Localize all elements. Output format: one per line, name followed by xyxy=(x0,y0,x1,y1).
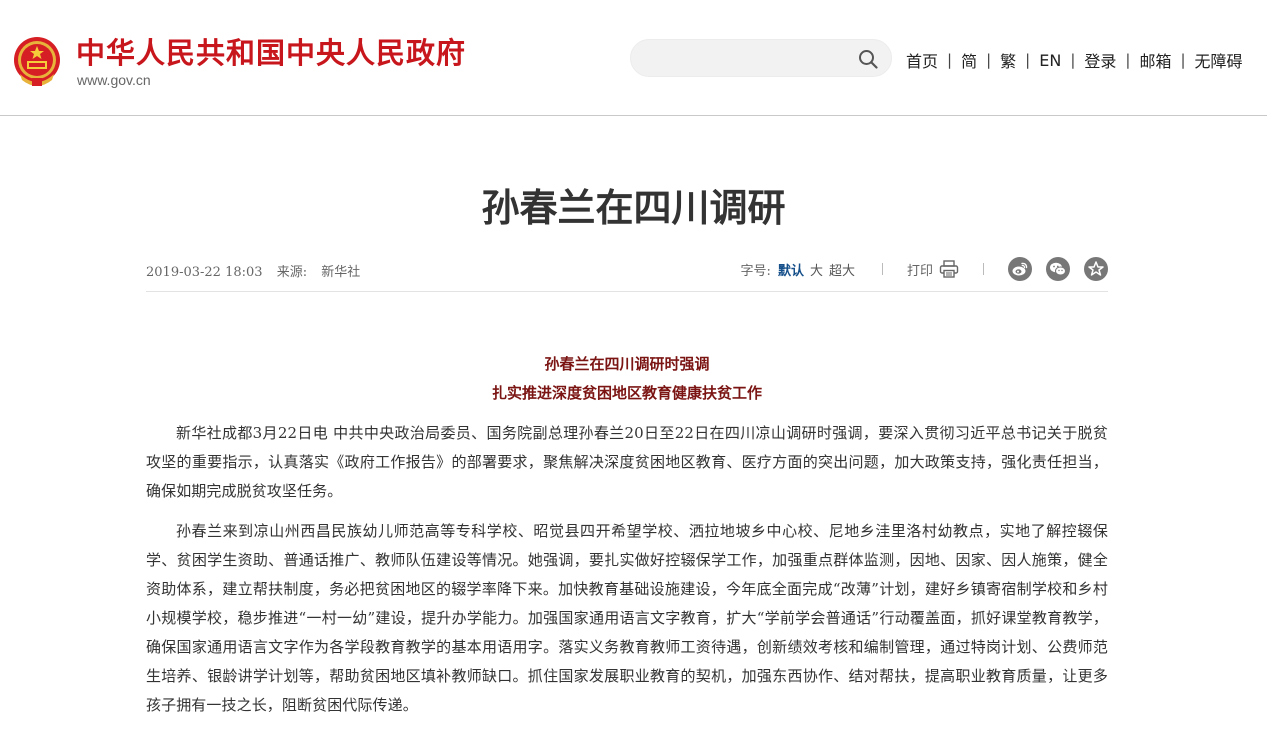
tools-divider xyxy=(983,263,984,275)
search-input[interactable] xyxy=(647,48,847,70)
nav-mail-link[interactable]: 邮箱 xyxy=(1139,48,1171,72)
nav-separator: | xyxy=(1125,51,1131,69)
printer-icon xyxy=(939,260,959,278)
top-nav: 首页 | 简 | 繁 | EN | 登录 | 邮箱 | 无障碍 xyxy=(906,48,1243,72)
article-meta-info: 2019-03-22 18:03 来源: 新华社 xyxy=(146,261,370,280)
article-title: 孙春兰在四川调研 xyxy=(481,186,786,230)
font-size-xlarge-option[interactable]: 超大 xyxy=(829,260,855,279)
article-paragraph: 孙春兰来到凉山州西昌民族幼儿师范高等专科学校、昭觉县四开希望学校、洒拉地坡乡中心… xyxy=(146,522,1108,714)
article-body: 孙春兰在四川调研时强调 扎实推进深度贫困地区教育健康扶贫工作 新华社成都3月22… xyxy=(146,350,1108,720)
article-meta-bar: 2019-03-22 18:03 来源: 新华社 字号: 默认 大 超大 打印 xyxy=(146,256,1108,292)
print-button[interactable]: 打印 xyxy=(907,260,959,279)
weibo-icon[interactable] xyxy=(1008,257,1032,281)
site-url: www.gov.cn xyxy=(77,72,151,88)
search-box xyxy=(630,39,892,77)
nav-separator: | xyxy=(947,51,953,69)
nav-accessibility-link[interactable]: 无障碍 xyxy=(1195,48,1243,72)
tools-divider xyxy=(881,263,883,275)
nav-english-link[interactable]: EN xyxy=(1039,51,1061,70)
source-value: 新华社 xyxy=(321,265,361,280)
nav-home-link[interactable]: 首页 xyxy=(906,48,938,72)
font-size-label: 字号: xyxy=(740,263,771,279)
article-tools: 字号: 默认 大 超大 打印 xyxy=(741,256,1108,282)
nav-separator: | xyxy=(1070,51,1076,69)
national-emblem-icon[interactable] xyxy=(12,34,62,88)
search-icon[interactable] xyxy=(858,49,878,69)
nav-simplified-link[interactable]: 简 xyxy=(961,48,977,72)
site-header: 中华人民共和国中央人民政府 www.gov.cn 首页 | 简 | 繁 | EN… xyxy=(0,0,1267,116)
nav-separator: | xyxy=(1025,51,1031,69)
print-label: 打印 xyxy=(906,263,933,279)
article-subtitle-line-2: 扎实推进深度贫困地区教育健康扶贫工作 xyxy=(491,384,762,402)
nav-login-link[interactable]: 登录 xyxy=(1084,48,1116,72)
favorite-star-icon[interactable] xyxy=(1084,257,1108,281)
article-paragraph: 新华社成都3月22日电 中共中央政治局委员、国务院副总理孙春兰20日至22日在四… xyxy=(146,424,1108,500)
source-label: 来源: xyxy=(276,265,308,280)
nav-traditional-link[interactable]: 繁 xyxy=(1000,48,1016,72)
font-size-large-option[interactable]: 大 xyxy=(810,260,823,279)
article-subtitle-line-1: 孙春兰在四川调研时强调 xyxy=(544,355,710,373)
nav-separator: | xyxy=(986,51,992,69)
publish-datetime: 2019-03-22 18:03 xyxy=(146,265,263,280)
nav-separator: | xyxy=(1180,51,1186,69)
site-name[interactable]: 中华人民共和国中央人民政府 xyxy=(76,30,466,72)
font-size-default-option[interactable]: 默认 xyxy=(778,260,804,279)
wechat-icon[interactable] xyxy=(1046,257,1070,281)
